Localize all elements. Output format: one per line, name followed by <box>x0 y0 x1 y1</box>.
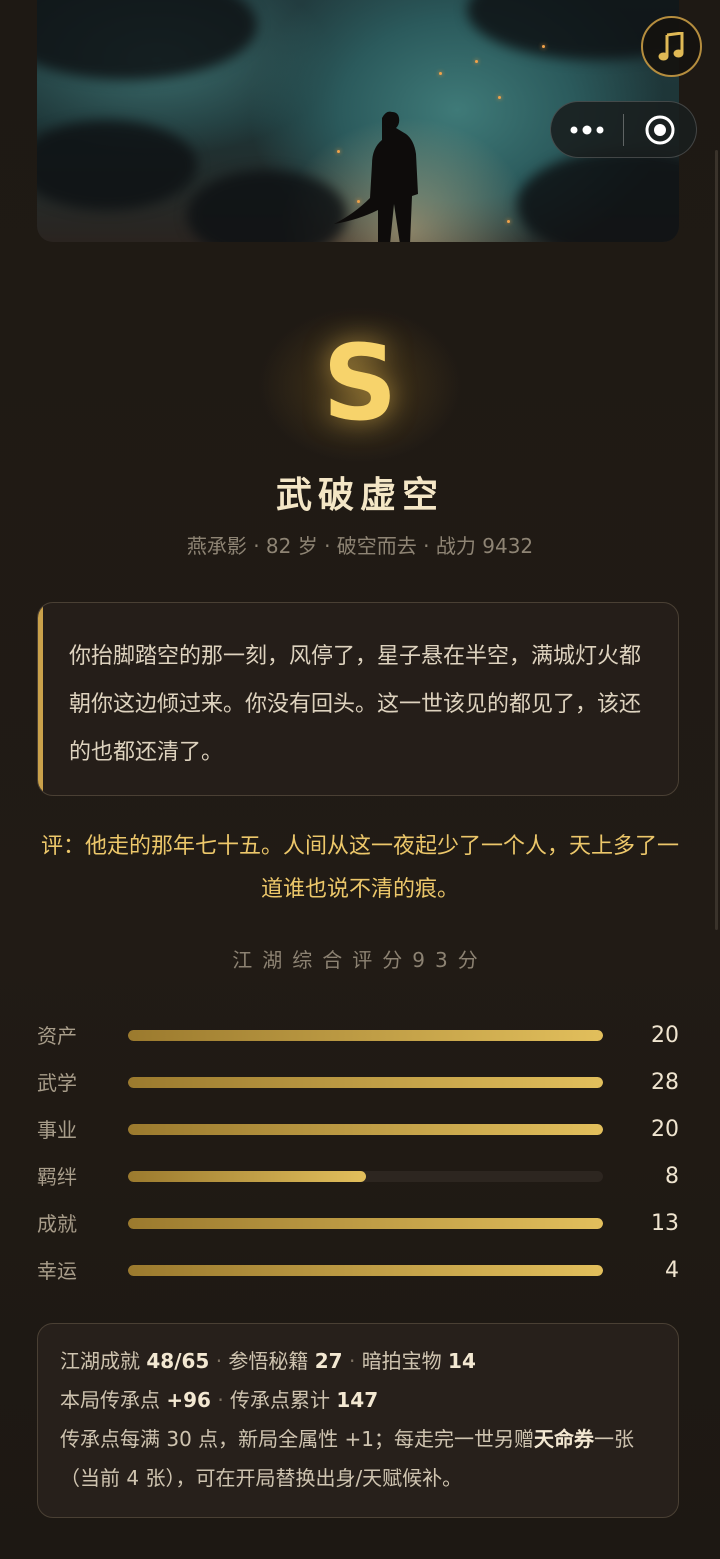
total-value: 147 <box>336 1388 379 1412</box>
achievement-label: 江湖成就 <box>60 1349 140 1373</box>
stat-row-martial: 武学 28 <box>37 1068 679 1098</box>
grade-letter: S <box>322 322 398 444</box>
info-line-points: 本局传承点 +96 · 传承点累计 147 <box>60 1381 678 1420</box>
stat-bar-fill <box>128 1265 603 1276</box>
stat-bar-track <box>128 1030 603 1041</box>
separator-dot: · <box>215 1349 223 1373</box>
rule-text-a: 传承点每满 30 点，新局全属性 +1；每走完一世另赠 <box>60 1427 535 1451</box>
stat-bar-track <box>128 1218 603 1229</box>
stat-label: 事业 <box>37 1118 77 1142</box>
story-card: 你抬脚踏空的那一刻，风停了，星子悬在半空，满城灯火都朝你这边倾过来。你没有回头。… <box>37 602 679 796</box>
points-label: 本局传承点 <box>60 1388 160 1412</box>
treasure-value: 14 <box>448 1349 476 1373</box>
stat-bar-fill <box>128 1124 603 1135</box>
stat-label: 武学 <box>37 1071 77 1095</box>
stat-bar-track <box>128 1124 603 1135</box>
overall-score: 江湖综合评分93分 <box>232 948 488 972</box>
stat-value: 28 <box>651 1070 679 1095</box>
fate-ticket: 天命券 <box>534 1427 595 1451</box>
stat-bar-track <box>128 1171 603 1182</box>
scrollbar[interactable] <box>715 150 718 930</box>
music-button[interactable] <box>641 16 702 77</box>
stat-bar-fill <box>128 1030 603 1041</box>
stat-label: 资产 <box>37 1024 77 1048</box>
result-page: S 武破虚空 燕承影 · 82 岁 · 破空而去 · 战力 9432 你抬脚踏空… <box>0 0 720 1559</box>
total-label: 传承点累计 <box>230 1388 331 1412</box>
stat-value: 8 <box>665 1164 679 1189</box>
stat-row-assets: 资产 20 <box>37 1021 679 1051</box>
comment-text: 评：他走的那年七十五。人间从这一夜起少了一个人，天上多了一道谁也说不清的痕。 <box>40 834 679 902</box>
ending-title: 武破虚空 <box>275 475 444 516</box>
more-button[interactable] <box>551 102 623 157</box>
stat-bar-fill <box>128 1218 603 1229</box>
points-value: +96 <box>166 1388 211 1412</box>
stat-bar-fill <box>128 1171 366 1182</box>
stat-value: 13 <box>651 1211 679 1236</box>
stat-row-achievement: 成就 13 <box>37 1209 679 1239</box>
target-circle-icon <box>645 115 675 144</box>
legacy-info-card: 江湖成就 48/65 · 参悟秘籍 27 · 暗拍宝物 14 本局传承点 +96… <box>37 1323 679 1518</box>
stat-bar-track <box>128 1077 603 1088</box>
more-dots-icon <box>570 125 604 134</box>
info-line-rules: 传承点每满 30 点，新局全属性 +1；每走完一世另赠天命券一张（当前 4 张）… <box>60 1420 660 1498</box>
mini-program-capsule <box>550 101 697 158</box>
story-accent-bar <box>38 603 43 795</box>
stat-row-bonds: 羁绊 8 <box>37 1162 679 1192</box>
stat-bar-fill <box>128 1077 603 1088</box>
music-note-icon <box>658 31 683 60</box>
manual-value: 27 <box>314 1349 343 1373</box>
stat-value: 20 <box>651 1023 679 1048</box>
close-button[interactable] <box>624 102 696 157</box>
separator-dot: · <box>348 1349 356 1373</box>
treasure-label: 暗拍宝物 <box>361 1349 442 1373</box>
character-summary: 燕承影 · 82 岁 · 破空而去 · 战力 9432 <box>186 534 534 558</box>
story-text: 你抬脚踏空的那一刻，风停了，星子悬在半空，满城灯火都朝你这边倾过来。你没有回头。… <box>69 644 642 765</box>
stat-label: 羁绊 <box>37 1165 77 1189</box>
info-line-achievements: 江湖成就 48/65 · 参悟秘籍 27 · 暗拍宝物 14 <box>60 1342 678 1381</box>
stat-value: 20 <box>651 1117 679 1142</box>
stat-label: 成就 <box>37 1212 77 1236</box>
stat-row-career: 事业 20 <box>37 1115 679 1145</box>
achievement-value: 48/65 <box>146 1349 210 1373</box>
stat-bar-track <box>128 1265 603 1276</box>
stat-row-luck: 幸运 4 <box>37 1256 679 1286</box>
stat-label: 幸运 <box>37 1259 77 1283</box>
stat-value: 4 <box>665 1258 679 1283</box>
manual-label: 参悟秘籍 <box>228 1349 309 1373</box>
separator-dot: · <box>217 1388 224 1412</box>
